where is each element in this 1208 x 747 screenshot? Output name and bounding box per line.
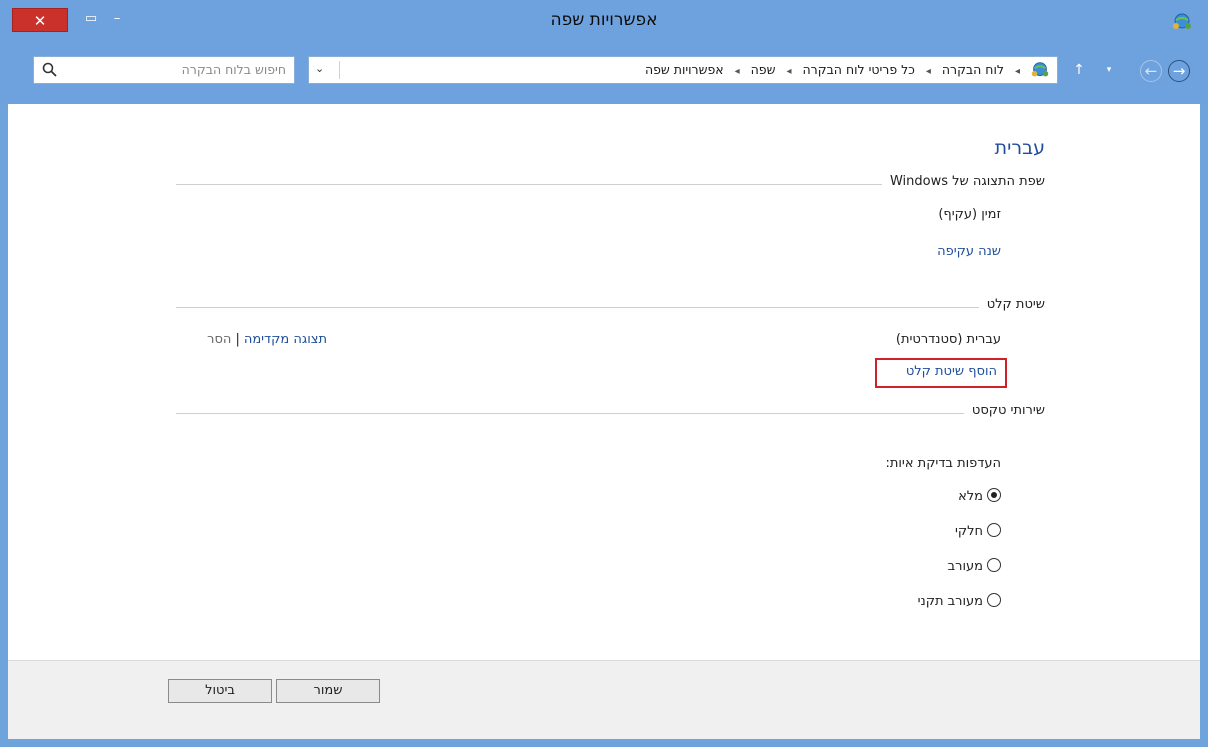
divider	[176, 307, 1045, 308]
breadcrumb-item[interactable]: שפה	[751, 62, 776, 77]
divider	[339, 61, 340, 79]
input-method-actions: תצוגה מקדימה | הסר	[207, 332, 327, 347]
radio-icon[interactable]	[987, 523, 1001, 537]
address-toolbar: → ← ▾ ↑ ◂ לוח הבקרה ◂ כל פריטי לוח הבקרה…	[0, 44, 1208, 104]
radio-option-mixed[interactable]: מעורב	[948, 558, 1001, 574]
radio-option-partial[interactable]: חלקי	[955, 523, 1001, 539]
cancel-button[interactable]: ביטול	[168, 679, 272, 703]
window-title: אפשרויות שפה	[550, 10, 658, 30]
address-bar[interactable]: ◂ לוח הבקרה ◂ כל פריטי לוח הבקרה ◂ שפה ◂…	[308, 56, 1058, 84]
save-button[interactable]: שמור	[276, 679, 380, 703]
input-method-name: עברית (סטנדרטית)	[895, 332, 1001, 347]
search-input[interactable]: חיפוש בלוח הבקרה	[33, 56, 295, 84]
back-button[interactable]: ←	[1140, 60, 1162, 82]
radio-option-mixed-standard[interactable]: מעורב תקני	[918, 593, 1001, 609]
section-input-method: שיטת קלט	[176, 297, 1045, 317]
chevron-icon: ◂	[925, 66, 931, 77]
radio-label: מעורב	[947, 559, 983, 574]
chevron-icon: ◂	[1014, 66, 1020, 77]
radio-selected-icon[interactable]	[987, 488, 1001, 502]
radio-label: חלקי	[954, 524, 983, 539]
globe-people-icon	[1031, 62, 1049, 77]
display-language-value: זמין (עקיף)	[938, 207, 1001, 222]
divider	[176, 413, 1045, 414]
radio-label: מעורב תקני	[917, 594, 983, 609]
breadcrumb-item[interactable]: אפשרויות שפה	[645, 62, 724, 77]
radio-label: מלא	[958, 489, 983, 504]
section-label: שפת התצוגה של Windows	[881, 174, 1045, 189]
title-bar: ✕ ▭ – אפשרויות שפה	[0, 0, 1208, 44]
recent-locations-button[interactable]: ▾	[1102, 62, 1116, 78]
change-override-link[interactable]: שנה עקיפה	[937, 244, 1001, 259]
chevron-down-icon[interactable]: ⌄	[315, 62, 324, 75]
add-input-method-link[interactable]: הוסף שיטת קלט	[906, 364, 997, 379]
breadcrumb: ◂ לוח הבקרה ◂ כל פריטי לוח הבקרה ◂ שפה ◂…	[643, 62, 1025, 77]
radio-icon[interactable]	[987, 593, 1001, 607]
preview-link[interactable]: תצוגה מקדימה	[244, 332, 327, 347]
breadcrumb-item[interactable]: כל פריטי לוח הבקרה	[802, 62, 914, 77]
window: ✕ ▭ – אפשרויות שפה → ← ▾ ↑ ◂ לוח הבקרה ◂	[0, 0, 1208, 747]
search-icon[interactable]	[41, 61, 59, 79]
spell-check-label: העדפות בדיקת איות:	[885, 456, 1001, 471]
section-display-language: שפת התצוגה של Windows	[176, 174, 1045, 194]
section-label: שיטת קלט	[978, 297, 1045, 312]
page-title: עברית	[994, 137, 1045, 159]
section-label: שירותי טקסט	[963, 403, 1045, 418]
chevron-icon: ◂	[786, 66, 792, 77]
up-button[interactable]: ↑	[1072, 60, 1086, 80]
remove-link[interactable]: הסר	[207, 332, 231, 347]
radio-icon[interactable]	[987, 558, 1001, 572]
breadcrumb-item[interactable]: לוח הבקרה	[942, 62, 1004, 77]
main-content: עברית שפת התצוגה של Windows זמין (עקיף) …	[8, 104, 1200, 660]
search-placeholder: חיפוש בלוח הבקרה	[181, 62, 286, 77]
globe-people-icon	[1173, 13, 1191, 29]
button-bar: שמור ביטול	[8, 660, 1200, 739]
radio-option-full[interactable]: מלא	[958, 488, 1001, 504]
section-text-services: שירותי טקסט	[176, 403, 1045, 423]
chevron-icon: ◂	[734, 66, 740, 77]
separator: |	[235, 332, 240, 347]
forward-button[interactable]: →	[1168, 60, 1190, 82]
